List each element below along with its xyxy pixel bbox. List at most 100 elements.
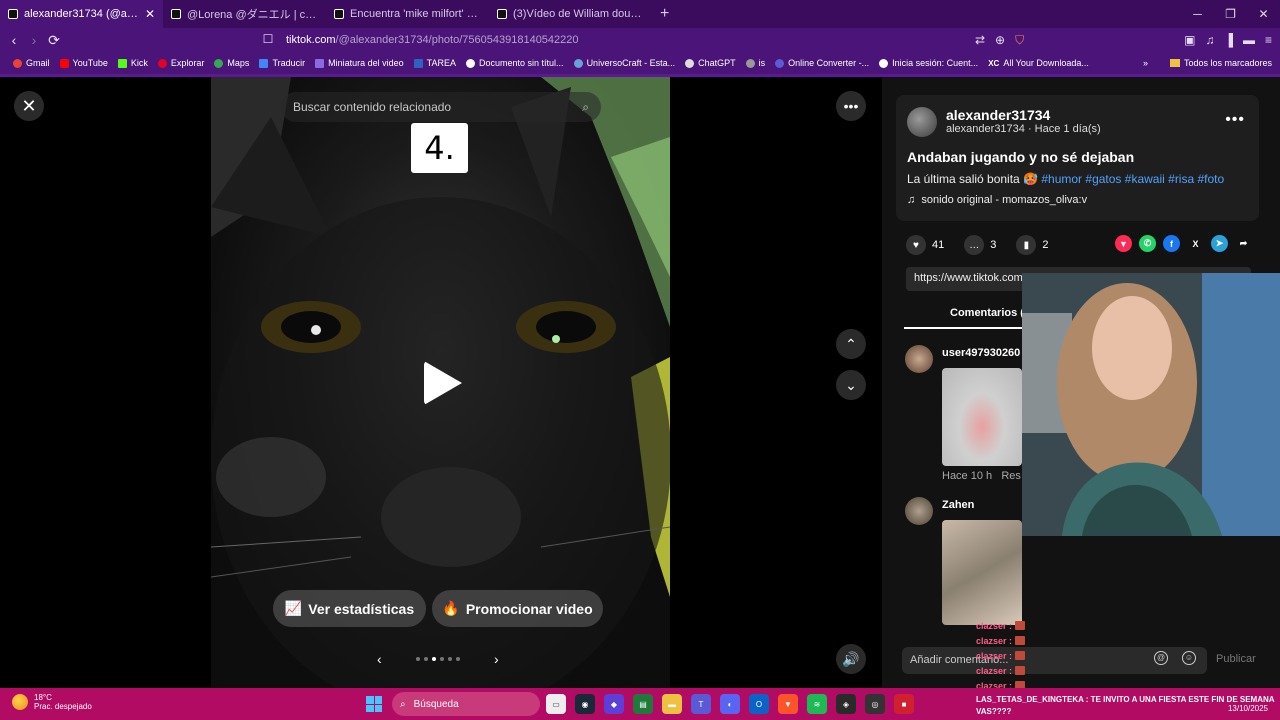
steam-icon[interactable]: ◉ bbox=[575, 694, 595, 714]
tiktok-icon bbox=[8, 9, 18, 19]
bookmark-explorar[interactable]: Explorar bbox=[153, 58, 210, 68]
all-bookmarks[interactable]: » Todos los marcadores bbox=[1143, 52, 1272, 74]
app-icon[interactable]: ◆ bbox=[604, 694, 624, 714]
vpn-icon[interactable]: ▬ bbox=[1243, 33, 1255, 47]
avatar[interactable] bbox=[907, 107, 937, 137]
hashtag-link[interactable]: #gatos bbox=[1085, 172, 1121, 186]
minimize-icon[interactable]: ─ bbox=[1181, 0, 1214, 28]
zoom-icon[interactable]: ⊕ bbox=[995, 33, 1005, 47]
avatar[interactable] bbox=[905, 345, 933, 373]
avatar[interactable] bbox=[905, 497, 933, 525]
search-icon: ⌕ bbox=[400, 698, 406, 710]
menu-icon[interactable]: ≡ bbox=[1265, 33, 1272, 47]
url-field[interactable]: tiktok.com/@alexander31734/photo/7560543… bbox=[286, 28, 1031, 52]
bookmark-icon[interactable]: ☐ bbox=[258, 32, 278, 46]
comment-username[interactable]: Zahen bbox=[942, 499, 974, 511]
emote-icon bbox=[1015, 666, 1026, 675]
brave-icon[interactable]: ▼ bbox=[778, 694, 798, 714]
play-icon[interactable] bbox=[424, 361, 462, 405]
like-icon[interactable]: ♥ bbox=[906, 235, 926, 255]
chat-username: clazser : bbox=[976, 635, 1013, 646]
related-search-input[interactable]: Buscar contenido relacionado ⌕ bbox=[281, 92, 601, 122]
bookmark-online-converter[interactable]: Online Converter -... bbox=[770, 58, 874, 68]
shield-icon[interactable]: ⛉ bbox=[1015, 33, 1024, 48]
repost-icon[interactable]: ▼ bbox=[1115, 235, 1132, 252]
app-icon[interactable]: ▤ bbox=[633, 694, 653, 714]
bookmark-kick[interactable]: Kick bbox=[113, 58, 153, 68]
comment-icon[interactable]: … bbox=[964, 235, 985, 255]
view-stats-button[interactable]: 📈 Ver estadísticas bbox=[273, 590, 426, 627]
post-sound[interactable]: ♫ sonido original - momazos_oliva:v bbox=[907, 194, 1087, 206]
facebook-icon[interactable]: f bbox=[1163, 235, 1180, 252]
tab[interactable]: (3)Vídeo de William douglas (@wdr bbox=[489, 0, 652, 28]
chevron-up-icon[interactable]: ⌃ bbox=[836, 329, 866, 359]
extensions-icon[interactable]: ▣ bbox=[1184, 33, 1195, 47]
app-icon[interactable]: ◈ bbox=[836, 694, 856, 714]
tab-comments[interactable]: Comentarios ( bbox=[950, 307, 1024, 319]
prev-photo-icon[interactable]: ‹ bbox=[377, 651, 382, 667]
tab-close-icon[interactable]: ✕ bbox=[145, 7, 155, 21]
save-icon[interactable]: ▮ bbox=[1016, 235, 1037, 255]
discord-icon[interactable]: ◐ bbox=[720, 694, 740, 714]
forward-icon[interactable]: › bbox=[24, 32, 44, 48]
new-tab-icon[interactable]: + bbox=[652, 5, 677, 23]
next-photo-icon[interactable]: › bbox=[494, 651, 499, 667]
bookmark-youtube[interactable]: YouTube bbox=[55, 58, 113, 68]
reply-link[interactable]: Res bbox=[1001, 470, 1021, 482]
bookmark-is[interactable]: is bbox=[741, 58, 771, 68]
promote-video-button[interactable]: 🔥 Promocionar video bbox=[432, 590, 603, 627]
bookmark-chatgpt[interactable]: ChatGPT bbox=[680, 58, 741, 68]
hashtag-link[interactable]: #humor bbox=[1041, 172, 1082, 186]
bookmark-all-your-downloads[interactable]: XC All Your Downloada... bbox=[983, 58, 1094, 68]
weather-widget[interactable]: 18°C Prac. despejado bbox=[12, 693, 92, 711]
bookmark-documento[interactable]: Documento sin títul... bbox=[461, 58, 569, 68]
post-more-icon[interactable]: ••• bbox=[1225, 111, 1245, 129]
emoji-icon[interactable]: ☺ bbox=[1182, 651, 1196, 665]
windows-start-icon[interactable] bbox=[366, 696, 382, 712]
bookmark-gmail[interactable]: Gmail bbox=[8, 58, 55, 68]
media-icon[interactable]: ♫ bbox=[1205, 33, 1214, 47]
tab[interactable]: Encuentra 'mike milfort' en TikTok | B bbox=[326, 0, 489, 28]
bookmark-traducir[interactable]: Traducir bbox=[254, 58, 310, 68]
window-close-icon[interactable]: ✕ bbox=[1247, 0, 1280, 28]
bookmark-inicia-sesion[interactable]: Inicia sesión: Cuent... bbox=[874, 58, 983, 68]
sidebar-icon[interactable]: ▐ bbox=[1224, 33, 1233, 47]
hashtag-link[interactable]: #kawaii bbox=[1125, 172, 1165, 186]
chevron-down-icon[interactable]: ⌄ bbox=[836, 370, 866, 400]
obs-icon[interactable]: ◎ bbox=[865, 694, 885, 714]
publish-button[interactable]: Publicar bbox=[1216, 653, 1256, 665]
bookmark-tarea[interactable]: TAREA bbox=[409, 58, 461, 68]
maximize-icon[interactable]: ❐ bbox=[1214, 0, 1247, 28]
back-icon[interactable]: ‹ bbox=[4, 32, 24, 48]
whatsapp-icon[interactable]: ✆ bbox=[1139, 235, 1156, 252]
search-icon[interactable]: ⌕ bbox=[582, 100, 589, 115]
task-view-icon[interactable]: ▭ bbox=[546, 694, 566, 714]
close-viewer-button[interactable]: ✕ bbox=[14, 91, 44, 121]
reload-icon[interactable]: ⟳ bbox=[44, 32, 64, 49]
mention-icon[interactable]: @ bbox=[1154, 651, 1168, 665]
teams-icon[interactable]: T bbox=[691, 694, 711, 714]
hashtag-link[interactable]: #risa bbox=[1168, 172, 1194, 186]
app-icon[interactable]: ■ bbox=[894, 694, 914, 714]
hashtag-link[interactable]: #foto bbox=[1198, 172, 1225, 186]
window-controls: ─ ❐ ✕ bbox=[1181, 0, 1280, 28]
bookmark-miniatura[interactable]: Miniatura del video bbox=[310, 58, 409, 68]
spotify-icon[interactable]: ≋ bbox=[807, 694, 827, 714]
outlook-icon[interactable]: O bbox=[749, 694, 769, 714]
post-username[interactable]: alexander31734 bbox=[946, 107, 1050, 123]
tab-active[interactable]: alexander31734 (@alexander31734) ✕ bbox=[0, 0, 163, 28]
chevron-right-icon[interactable]: » bbox=[1143, 58, 1148, 68]
x-icon[interactable]: X bbox=[1187, 235, 1204, 252]
bookmark-universocraft[interactable]: UniversoCraft - Esta... bbox=[569, 58, 681, 68]
share-arrow-icon[interactable]: ➦ bbox=[1235, 235, 1252, 252]
volume-icon[interactable]: 🔊 bbox=[836, 644, 866, 674]
bookmark-maps[interactable]: Maps bbox=[209, 58, 254, 68]
taskbar-search[interactable]: ⌕ Búsqueda bbox=[392, 692, 540, 716]
file-explorer-icon[interactable]: ▬ bbox=[662, 694, 682, 714]
telegram-icon[interactable]: ➤ bbox=[1211, 235, 1228, 252]
more-options-icon[interactable]: ••• bbox=[836, 91, 866, 121]
translate-icon[interactable]: ⇄ bbox=[975, 33, 985, 47]
comment-username[interactable]: user497930260 bbox=[942, 347, 1020, 359]
photo-number-label: 4. bbox=[411, 123, 468, 173]
tab[interactable]: @Lorena @ダニエル | como nos repar bbox=[163, 0, 326, 28]
